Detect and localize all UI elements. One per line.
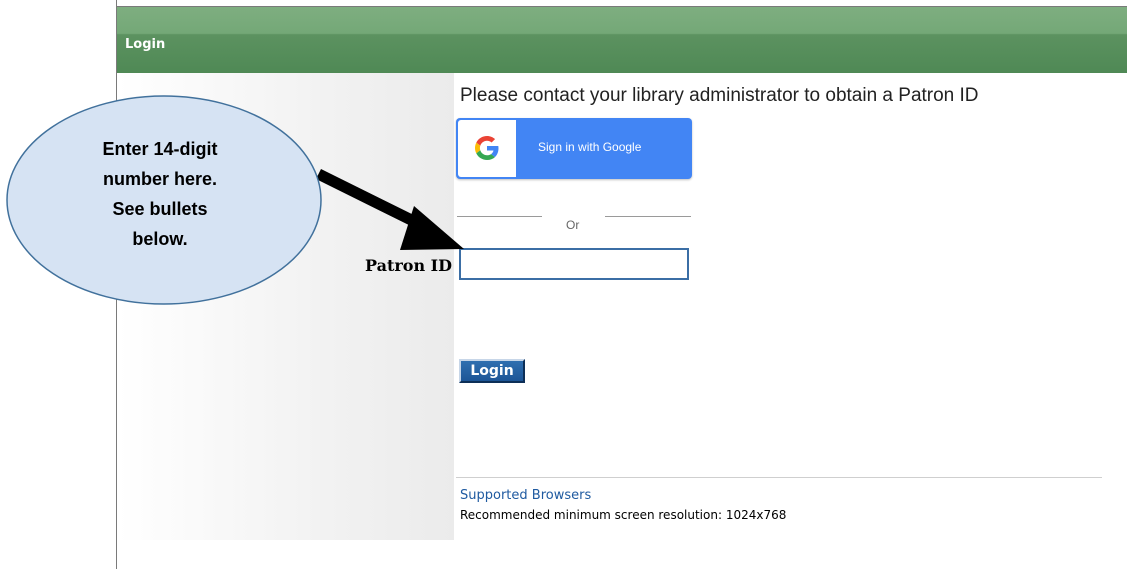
callout-line-4: below.	[132, 229, 188, 249]
callout-line-3: See bullets	[112, 199, 208, 219]
callout-annotation	[6, 95, 464, 305]
callout-line-2: number here.	[102, 169, 218, 189]
callout-line-1: Enter 14-digit	[102, 139, 218, 159]
callout-arrowhead	[400, 206, 464, 250]
callout-text: Enter 14-digit number here. See bullets …	[60, 134, 260, 254]
